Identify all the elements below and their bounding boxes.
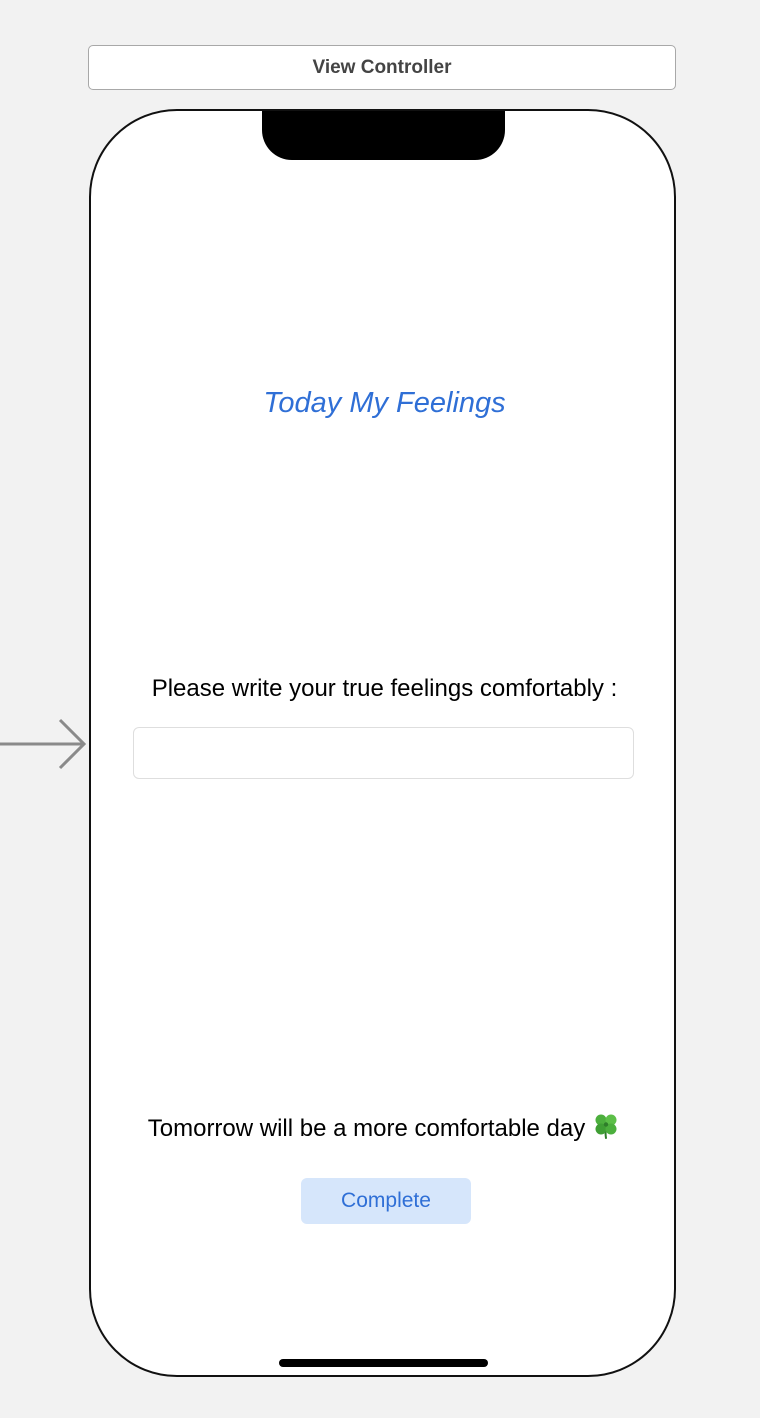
storyboard-canvas: View Controller Today My Feelings Please… xyxy=(0,0,760,1418)
feelings-input[interactable] xyxy=(133,727,634,779)
four-leaf-clover-icon xyxy=(595,1114,617,1139)
device-notch xyxy=(262,111,505,160)
scene-title-bar[interactable]: View Controller xyxy=(88,45,676,90)
page-title: Today My Feelings xyxy=(263,387,506,419)
footer-message-text: Tomorrow will be a more comfortable day xyxy=(147,1115,586,1142)
home-indicator xyxy=(279,1359,488,1367)
complete-button[interactable]: Complete xyxy=(301,1178,471,1224)
feelings-prompt-label: Please write your true feelings comforta… xyxy=(151,675,618,702)
device-frame: Today My Feelings Please write your true… xyxy=(89,109,676,1377)
scene-title-label: View Controller xyxy=(312,56,452,78)
footer-message: Tomorrow will be a more comfortable day xyxy=(91,1111,674,1146)
initial-view-controller-arrow-icon xyxy=(0,718,87,770)
complete-button-label: Complete xyxy=(341,1189,431,1212)
